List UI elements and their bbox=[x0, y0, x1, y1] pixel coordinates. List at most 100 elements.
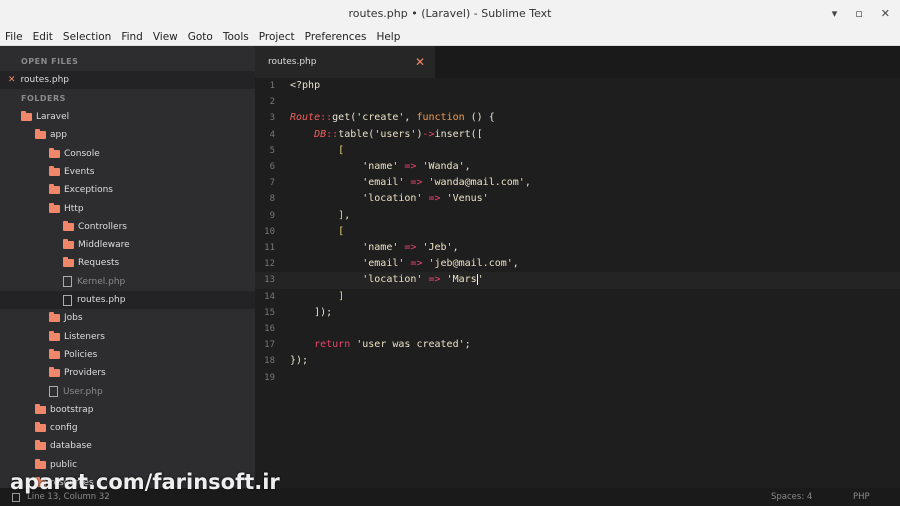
tree-item-label: Providers bbox=[64, 368, 106, 379]
close-icon[interactable]: ✕ bbox=[8, 71, 16, 89]
code-token: return bbox=[314, 339, 351, 351]
menu-selection[interactable]: Selection bbox=[63, 28, 111, 45]
line-code: DB::table('users')->insert([ bbox=[290, 127, 483, 143]
close-button[interactable]: ✕ bbox=[881, 0, 890, 28]
folder-icon bbox=[49, 202, 60, 213]
file-routes-php[interactable]: routes.php bbox=[0, 291, 255, 309]
line-number: 4 bbox=[269, 129, 275, 140]
code-line: 1 <?php bbox=[255, 78, 900, 94]
menu-find[interactable]: Find bbox=[121, 28, 143, 45]
line-code: 'email' => 'jeb@mail.com', bbox=[290, 256, 519, 272]
folder-providers[interactable]: Providers bbox=[0, 364, 255, 382]
menu-file[interactable]: File bbox=[5, 28, 23, 45]
line-code: ]); bbox=[290, 305, 332, 321]
tree-item-label: Http bbox=[64, 203, 84, 214]
folder-policies[interactable]: Policies bbox=[0, 346, 255, 364]
code-token: :: bbox=[320, 112, 333, 124]
line-code: return 'user was created'; bbox=[290, 337, 471, 353]
code-token: 'user was created' bbox=[356, 339, 465, 351]
menu-edit[interactable]: Edit bbox=[33, 28, 53, 45]
menu-tools[interactable]: Tools bbox=[223, 28, 249, 45]
line-code: ] bbox=[290, 289, 344, 305]
tab-label: routes.php bbox=[268, 57, 317, 67]
title-bar: routes.php • (Laravel) - Sublime Text ▾ … bbox=[0, 0, 900, 28]
code-token: :: bbox=[326, 128, 339, 140]
code-token: ] bbox=[338, 290, 345, 302]
line-code: 'name' => 'Jeb', bbox=[290, 240, 459, 256]
indentation-setting[interactable]: Spaces: 4 bbox=[771, 488, 812, 506]
code-token: , bbox=[512, 258, 519, 270]
code-token: 'location' bbox=[362, 274, 423, 286]
code-token: 'name' bbox=[362, 242, 399, 253]
folder-jobs[interactable]: Jobs bbox=[0, 309, 255, 327]
line-number: 5 bbox=[269, 145, 275, 156]
folder-icon bbox=[21, 111, 32, 121]
folder-exceptions[interactable]: Exceptions bbox=[0, 181, 255, 199]
line-code: }); bbox=[290, 353, 308, 369]
file-icon bbox=[63, 276, 72, 288]
code-line: 16 bbox=[255, 321, 900, 337]
maximize-button[interactable]: ▫ bbox=[855, 0, 862, 28]
tree-item-label: Exceptions bbox=[64, 185, 113, 196]
code-token: 'Mars bbox=[446, 274, 477, 286]
code-token: ' bbox=[477, 274, 484, 286]
folder-console[interactable]: Console bbox=[0, 145, 255, 163]
code-token: insert([ bbox=[434, 128, 483, 140]
folder-controllers[interactable]: Controllers bbox=[0, 218, 255, 236]
syntax-setting[interactable]: PHP bbox=[853, 488, 870, 506]
menu-goto[interactable]: Goto bbox=[188, 28, 213, 45]
folder-config[interactable]: config bbox=[0, 419, 255, 437]
code-line: 15 ]); bbox=[255, 305, 900, 321]
folder-http[interactable]: Http bbox=[0, 200, 255, 218]
folder-listeners[interactable]: Listeners bbox=[0, 328, 255, 346]
code-line: 19 bbox=[255, 370, 900, 386]
folder-middleware[interactable]: Middleware bbox=[0, 236, 255, 254]
window-controls: ▾ ▫ ✕ bbox=[832, 0, 890, 28]
code-token: 'email' bbox=[362, 177, 405, 189]
folder-icon bbox=[63, 257, 74, 268]
folder-icon bbox=[35, 440, 46, 451]
tree-item-label: Controllers bbox=[78, 221, 127, 232]
code-token: 'Wanda' bbox=[422, 161, 465, 172]
line-number: 11 bbox=[264, 243, 275, 253]
folder-app[interactable]: app bbox=[0, 126, 255, 144]
code-token: => bbox=[404, 177, 429, 189]
file-user-php[interactable]: User.php bbox=[0, 383, 255, 401]
file-kernel-php[interactable]: Kernel.php bbox=[0, 273, 255, 291]
code-editor[interactable]: 1 <?php 2 3 Route::get('create', function ()… bbox=[255, 78, 900, 488]
menu-view[interactable]: View bbox=[153, 28, 178, 45]
panel-toggle-icon[interactable] bbox=[12, 493, 20, 502]
tree-item-label: Policies bbox=[64, 349, 98, 360]
folder-events[interactable]: Events bbox=[0, 163, 255, 181]
code-token: , bbox=[464, 161, 471, 172]
code-line: 11 'name' => 'Jeb', bbox=[255, 240, 900, 256]
folder-icon bbox=[49, 312, 60, 323]
tab-close-icon[interactable]: ✕ bbox=[415, 46, 425, 78]
open-file-routes[interactable]: ✕ routes.php bbox=[0, 71, 255, 89]
minimize-button[interactable]: ▾ bbox=[832, 0, 838, 28]
folder-laravel[interactable]: Laravel bbox=[0, 108, 255, 126]
code-token: 'create' bbox=[356, 112, 405, 124]
folder-requests[interactable]: Requests bbox=[0, 254, 255, 272]
code-token: , bbox=[452, 242, 459, 253]
folder-bootstrap[interactable]: bootstrap bbox=[0, 401, 255, 419]
code-token: , bbox=[524, 177, 531, 189]
menu-project[interactable]: Project bbox=[259, 28, 295, 45]
tree-item-label: Listeners bbox=[64, 331, 105, 342]
tab-routes-php[interactable]: routes.php ✕ bbox=[255, 46, 435, 78]
tree-item-label: database bbox=[50, 441, 92, 452]
code-line: 9 ], bbox=[255, 208, 900, 224]
tree-item-label: Console bbox=[64, 148, 100, 159]
code-token: 'Venus' bbox=[446, 193, 489, 205]
code-line: 5 [ bbox=[255, 143, 900, 159]
folder-database[interactable]: database bbox=[0, 437, 255, 455]
line-number: 6 bbox=[269, 162, 275, 172]
sidebar: OPEN FILES ✕ routes.php FOLDERS Laravel a… bbox=[0, 46, 255, 488]
line-code: 'email' => 'wanda@mail.com', bbox=[290, 175, 531, 191]
menu-help[interactable]: Help bbox=[376, 28, 400, 45]
menu-preferences[interactable]: Preferences bbox=[305, 28, 367, 45]
